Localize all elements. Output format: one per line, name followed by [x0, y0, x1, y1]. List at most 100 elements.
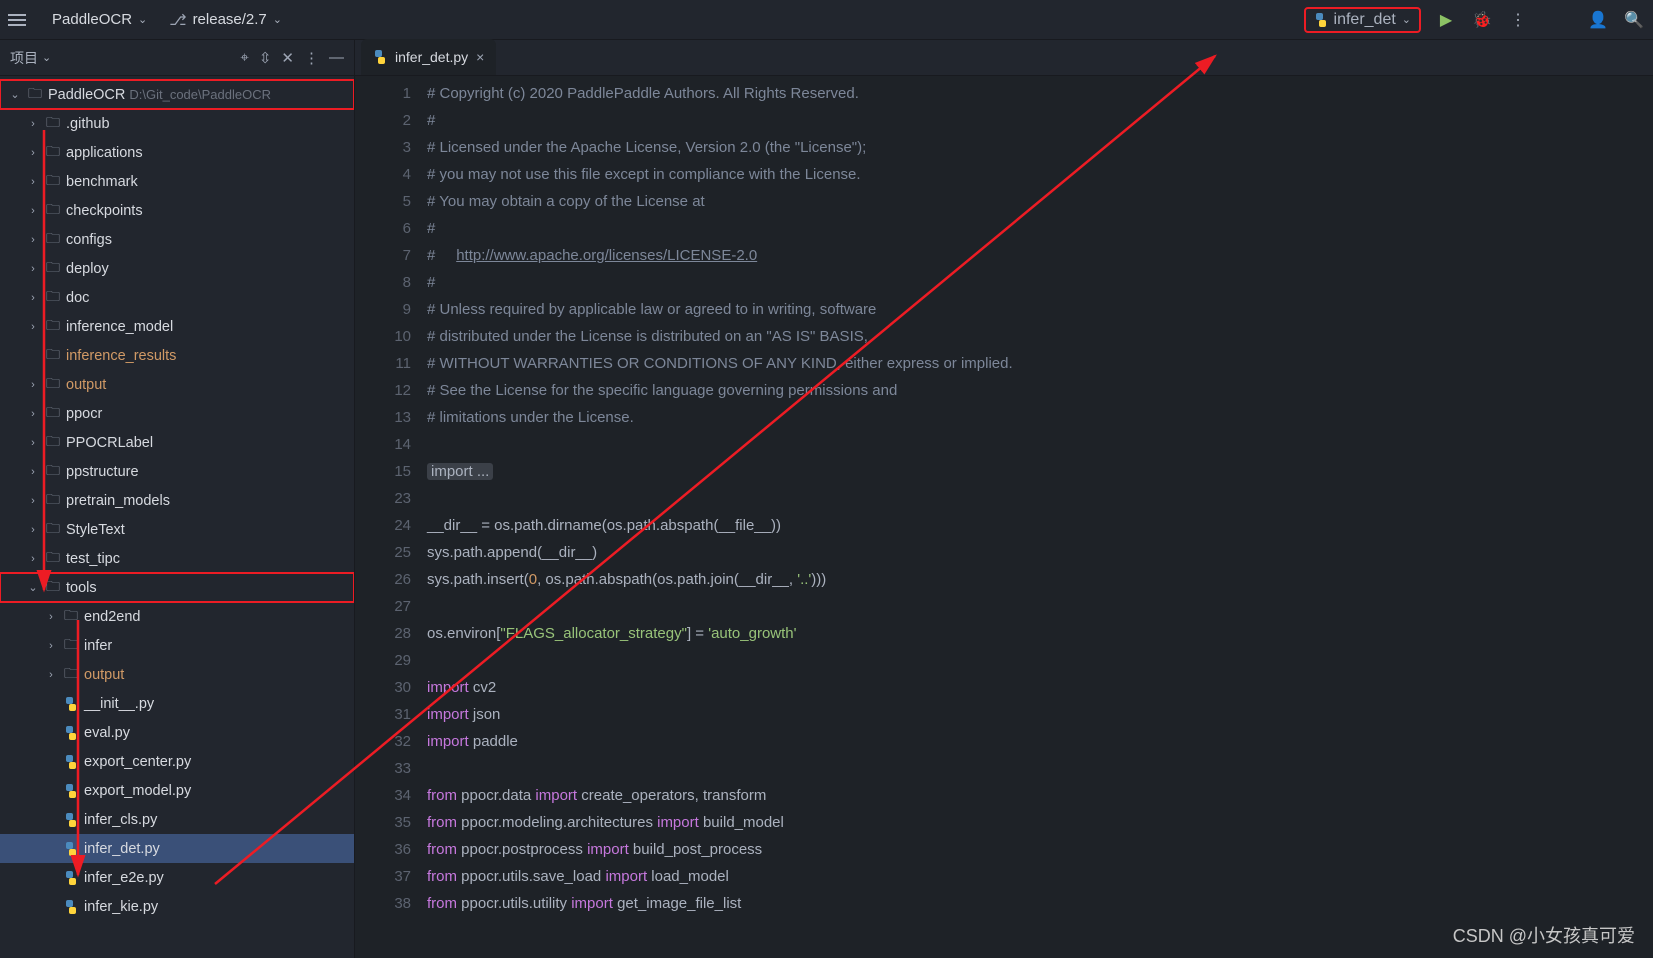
close-icon[interactable]: × [476, 49, 484, 65]
tab-infer-det[interactable]: infer_det.py × [361, 39, 496, 75]
close-icon[interactable]: ✕ [281, 49, 294, 67]
tree-file[interactable]: infer_det.py [0, 834, 354, 863]
tree-row[interactable]: ›🗀StyleText [0, 515, 354, 544]
code-body[interactable]: # Copyright (c) 2020 PaddlePaddle Author… [427, 76, 1653, 958]
code-line[interactable]: # You may obtain a copy of the License a… [427, 188, 1653, 215]
code-line[interactable]: import paddle [427, 728, 1653, 755]
code-line[interactable]: # [427, 269, 1653, 296]
tree-file[interactable]: export_model.py [0, 776, 354, 805]
code-line[interactable] [427, 485, 1653, 512]
select-opened-icon[interactable]: ⌖ [240, 49, 248, 66]
code-line[interactable]: import cv2 [427, 674, 1653, 701]
tree-row[interactable]: ⌄🗀PaddleOCR D:\Git_code\PaddleOCR [0, 80, 354, 109]
tree-row[interactable]: ›🗀inference_model [0, 312, 354, 341]
code-line[interactable]: # See the License for the specific langu… [427, 377, 1653, 404]
line-number: 32 [355, 728, 411, 755]
tree-file[interactable]: __init__.py [0, 689, 354, 718]
minimize-icon[interactable]: — [329, 49, 344, 66]
tree-label: ppstructure [66, 464, 139, 480]
tree-row[interactable]: ›🗀checkpoints [0, 196, 354, 225]
tree-file[interactable]: infer_e2e.py [0, 863, 354, 892]
run-config-selector[interactable]: infer_det ⌄ [1304, 7, 1421, 33]
sidebar-header: 项目 ⌄ ⌖ ⇳ ✕ ⋮ — [0, 40, 354, 76]
line-number: 35 [355, 809, 411, 836]
tree-file[interactable]: infer_cls.py [0, 805, 354, 834]
line-number: 29 [355, 647, 411, 674]
tree-row[interactable]: ›🗀.github [0, 109, 354, 138]
code-line[interactable] [427, 647, 1653, 674]
tree-file[interactable]: eval.py [0, 718, 354, 747]
code-line[interactable] [427, 755, 1653, 782]
code-line[interactable] [427, 593, 1653, 620]
code-line[interactable]: # Unless required by applicable law or a… [427, 296, 1653, 323]
run-button[interactable]: ▶ [1435, 9, 1457, 31]
code-line[interactable]: import ... [427, 458, 1653, 485]
code-line[interactable]: # [427, 215, 1653, 242]
tree-row[interactable]: ›🗀output [0, 370, 354, 399]
branch-selector[interactable]: ⎇ release/2.7 ⌄ [161, 7, 290, 33]
tree-row[interactable]: ›🗀doc [0, 283, 354, 312]
main-menu-icon[interactable] [8, 14, 26, 26]
gutter: 1234567891011121314152324252627282930313… [355, 76, 427, 958]
python-icon [64, 726, 78, 740]
tree-label: inference_model [66, 319, 173, 335]
python-icon [64, 697, 78, 711]
tree-row[interactable]: ›🗀ppstructure [0, 457, 354, 486]
editor-tabs: infer_det.py × [355, 40, 1653, 76]
tree-row[interactable]: ›🗀end2end [0, 602, 354, 631]
code-line[interactable]: # WITHOUT WARRANTIES OR CONDITIONS OF AN… [427, 350, 1653, 377]
code-line[interactable]: # Copyright (c) 2020 PaddlePaddle Author… [427, 80, 1653, 107]
tree-row[interactable]: 🗀inference_results [0, 341, 354, 370]
search-button[interactable]: 🔍 [1623, 9, 1645, 31]
add-user-button[interactable]: 👤 [1587, 9, 1609, 31]
code-line[interactable]: from ppocr.utils.save_load import load_m… [427, 863, 1653, 890]
python-icon [64, 755, 78, 769]
expand-icon[interactable]: ⇳ [259, 49, 272, 67]
code-line[interactable]: os.environ["FLAGS_allocator_strategy"] =… [427, 620, 1653, 647]
code-line[interactable]: from ppocr.modeling.architectures import… [427, 809, 1653, 836]
tree-row[interactable]: ›🗀applications [0, 138, 354, 167]
code-line[interactable]: from ppocr.data import create_operators,… [427, 782, 1653, 809]
tree-row[interactable]: ›🗀pretrain_models [0, 486, 354, 515]
tree-file[interactable]: export_center.py [0, 747, 354, 776]
more-icon[interactable]: ⋮ [304, 49, 319, 67]
code-line[interactable]: sys.path.append(__dir__) [427, 539, 1653, 566]
tree-row[interactable]: ›🗀benchmark [0, 167, 354, 196]
code-line[interactable]: # limitations under the License. [427, 404, 1653, 431]
tree-file[interactable]: infer_kie.py [0, 892, 354, 921]
tree-row[interactable]: ›🗀ppocr [0, 399, 354, 428]
tree-row[interactable]: ›🗀configs [0, 225, 354, 254]
code-line[interactable]: # Licensed under the Apache License, Ver… [427, 134, 1653, 161]
tree-row[interactable]: ›🗀PPOCRLabel [0, 428, 354, 457]
folder-icon: 🗀 [46, 199, 60, 223]
code-line[interactable]: from ppocr.postprocess import build_post… [427, 836, 1653, 863]
tree-label: doc [66, 290, 89, 306]
code-line[interactable]: # you may not use this file except in co… [427, 161, 1653, 188]
tree-row[interactable]: ›🗀test_tipc [0, 544, 354, 573]
debug-button[interactable]: 🐞 [1471, 9, 1493, 31]
main-area: 项目 ⌄ ⌖ ⇳ ✕ ⋮ — ⌄🗀PaddleOCR D:\Git_code\P… [0, 40, 1653, 958]
code-line[interactable]: # http://www.apache.org/licenses/LICENSE… [427, 242, 1653, 269]
line-number: 5 [355, 188, 411, 215]
tree-row[interactable]: ⌄🗀tools [0, 573, 354, 602]
code-line[interactable]: # [427, 107, 1653, 134]
tree-label: inference_results [66, 348, 176, 364]
tab-label: infer_det.py [395, 49, 468, 65]
code-line[interactable] [427, 431, 1653, 458]
line-number: 38 [355, 890, 411, 917]
line-number: 1 [355, 80, 411, 107]
line-number: 31 [355, 701, 411, 728]
code-editor[interactable]: 1234567891011121314152324252627282930313… [355, 76, 1653, 958]
project-selector[interactable]: PaddleOCR ⌄ [44, 7, 155, 32]
more-button[interactable]: ⋮ [1507, 9, 1529, 31]
project-tree[interactable]: ⌄🗀PaddleOCR D:\Git_code\PaddleOCR›🗀.gith… [0, 76, 354, 958]
code-line[interactable]: from ppocr.utils.utility import get_imag… [427, 890, 1653, 917]
code-line[interactable]: sys.path.insert(0, os.path.abspath(os.pa… [427, 566, 1653, 593]
tree-row[interactable]: ›🗀deploy [0, 254, 354, 283]
code-line[interactable]: # distributed under the License is distr… [427, 323, 1653, 350]
code-line[interactable]: import json [427, 701, 1653, 728]
code-line[interactable]: __dir__ = os.path.dirname(os.path.abspat… [427, 512, 1653, 539]
chevron-down-icon[interactable]: ⌄ [42, 51, 51, 64]
tree-row[interactable]: ›🗀infer [0, 631, 354, 660]
tree-row[interactable]: ›🗀output [0, 660, 354, 689]
